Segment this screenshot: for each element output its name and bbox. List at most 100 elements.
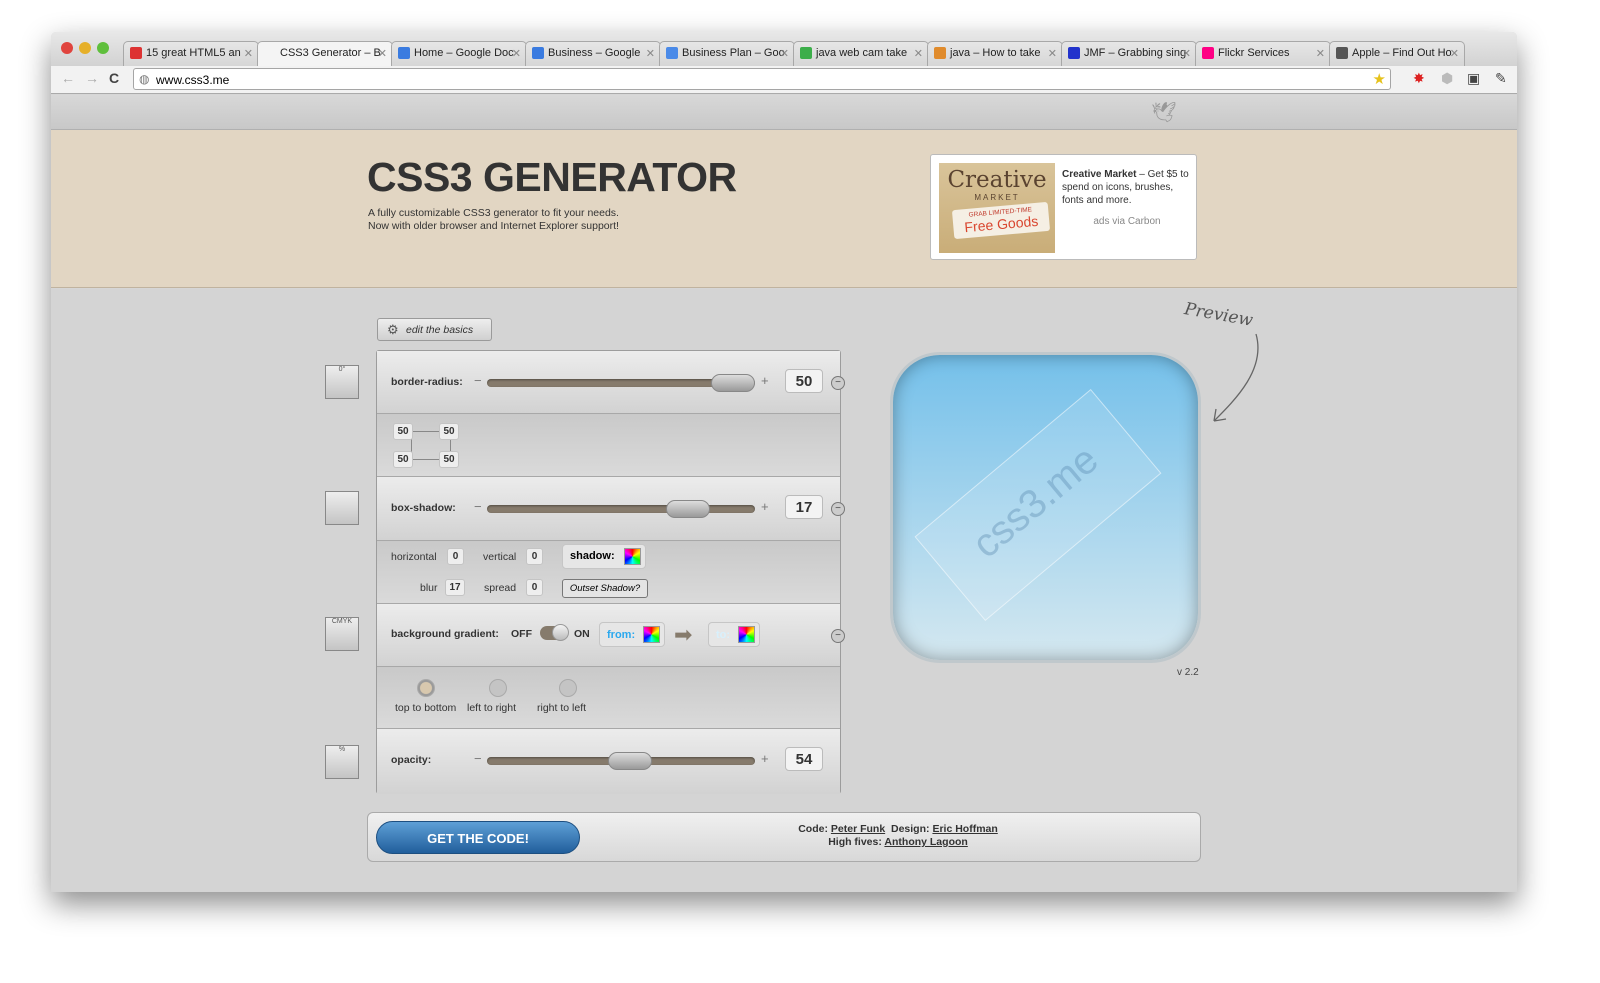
opacity-icon[interactable]: %: [325, 745, 359, 779]
close-tab-icon[interactable]: ✕: [512, 47, 521, 60]
browser-tab[interactable]: CSS3 Generator – B ✕: [257, 41, 393, 66]
close-window-button[interactable]: [61, 42, 73, 54]
arrow-right-icon: ➡: [674, 622, 693, 647]
bookmark-star-icon[interactable]: ★: [1373, 70, 1386, 88]
toggle-knob[interactable]: [552, 624, 569, 641]
opacity-row: opacity: − + 54: [377, 729, 840, 794]
page-title: CSS3 GENERATOR: [367, 154, 737, 200]
box-shadow-slider[interactable]: [487, 500, 755, 518]
screenshot-extension-icon[interactable]: ▣: [1467, 70, 1480, 87]
reload-icon[interactable]: C: [109, 70, 119, 86]
close-tab-icon[interactable]: ✕: [1316, 47, 1325, 60]
browser-tab[interactable]: JMF – Grabbing sing ✕: [1061, 41, 1197, 66]
address-bar[interactable]: ◍ www.css3.me ★: [133, 68, 1391, 90]
gradient-from-picker[interactable]: from:: [599, 622, 665, 647]
design-author-link[interactable]: Eric Hoffman: [932, 823, 997, 835]
cmyk-icon-label: CMYK: [331, 618, 353, 625]
favicon-icon: [1202, 47, 1214, 59]
close-tab-icon[interactable]: ✕: [378, 47, 387, 60]
zoom-window-button[interactable]: [97, 42, 109, 54]
close-tab-icon[interactable]: ✕: [780, 47, 789, 60]
design-label: Design:: [891, 823, 930, 835]
spread-input[interactable]: 0: [526, 579, 543, 596]
border-radius-label: border-radius:: [391, 376, 463, 388]
color-swatch-icon[interactable]: [624, 548, 641, 565]
top-left-radius-input[interactable]: 50: [393, 423, 413, 440]
collapse-button[interactable]: −: [831, 629, 845, 643]
high-fives-link[interactable]: Anthony Lagoon: [884, 836, 967, 848]
close-tab-icon[interactable]: ✕: [646, 47, 655, 60]
close-tab-icon[interactable]: ✕: [1450, 47, 1459, 60]
ad-text[interactable]: Creative Market – Get $5 to spend on ico…: [1062, 168, 1192, 228]
opacity-value[interactable]: 54: [785, 747, 823, 771]
back-icon[interactable]: ←: [61, 70, 75, 86]
rotate-icon[interactable]: 0°: [325, 365, 359, 399]
increase-button[interactable]: +: [761, 499, 769, 514]
browser-tab[interactable]: Apple – Find Out Ho ✕: [1329, 41, 1465, 66]
shadow-color-picker[interactable]: shadow:: [562, 544, 646, 569]
gradient-toggle[interactable]: [540, 624, 569, 641]
browser-tab[interactable]: Flickr Services ✕: [1195, 41, 1331, 66]
get-code-button[interactable]: GET THE CODE!: [376, 821, 580, 854]
browser-tab[interactable]: Home – Google Doc ✕: [391, 41, 527, 66]
bottom-left-radius-input[interactable]: 50: [393, 451, 413, 468]
decrease-button[interactable]: −: [474, 499, 482, 514]
collapse-button[interactable]: −: [831, 376, 845, 390]
browser-tab[interactable]: 15 great HTML5 an ✕: [123, 41, 259, 66]
blur-input[interactable]: 17: [445, 579, 465, 596]
carbon-ad[interactable]: Creative MARKET GRAB LIMITED-TIME Free G…: [930, 154, 1197, 260]
box-shadow-value[interactable]: 17: [785, 495, 823, 519]
gradient-to-picker[interactable]: to:: [708, 622, 760, 647]
border-radius-value[interactable]: 50: [785, 369, 823, 393]
direction-radio[interactable]: [559, 679, 577, 697]
forward-icon[interactable]: →: [85, 70, 99, 86]
code-author-link[interactable]: Peter Funk: [831, 823, 885, 835]
close-tab-icon[interactable]: ✕: [244, 47, 253, 60]
decrease-button[interactable]: −: [474, 751, 482, 766]
close-tab-icon[interactable]: ✕: [914, 47, 923, 60]
direction-radio[interactable]: [417, 679, 435, 697]
increase-button[interactable]: +: [761, 751, 769, 766]
border-radius-slider[interactable]: [487, 374, 755, 392]
decrease-button[interactable]: −: [474, 373, 482, 388]
bottom-right-radius-input[interactable]: 50: [439, 451, 459, 468]
close-tab-icon[interactable]: ✕: [1048, 47, 1057, 60]
rotate-icon-label: 0°: [338, 366, 346, 373]
favicon-icon: [666, 47, 678, 59]
shadow-icon[interactable]: [325, 491, 359, 525]
color-swatch-icon[interactable]: [643, 626, 660, 643]
direction-radio[interactable]: [489, 679, 507, 697]
increase-button[interactable]: +: [761, 373, 769, 388]
color-swatch-icon[interactable]: [738, 626, 755, 643]
cmyk-icon[interactable]: CMYK: [325, 617, 359, 651]
close-tab-icon[interactable]: ✕: [1182, 47, 1191, 60]
edit-basics-button[interactable]: ⚙ edit the basics: [377, 318, 492, 341]
collapse-button[interactable]: −: [831, 502, 845, 516]
tab-label: Flickr Services: [1218, 47, 1290, 59]
minimize-window-button[interactable]: [79, 42, 91, 54]
ad-image[interactable]: Creative MARKET GRAB LIMITED-TIME Free G…: [939, 163, 1055, 253]
window-controls: [61, 42, 109, 54]
slider-thumb[interactable]: [711, 374, 755, 392]
code-label: Code:: [798, 823, 828, 835]
adblock-icon[interactable]: ⬢: [1441, 70, 1453, 87]
browser-tab[interactable]: Business – Google ✕: [525, 41, 661, 66]
slider-thumb[interactable]: [607, 752, 652, 770]
shadow-label: shadow:: [570, 550, 615, 562]
opacity-slider[interactable]: [487, 752, 755, 770]
favicon-icon: [800, 47, 812, 59]
vertical-label: vertical: [483, 551, 517, 563]
extension-icon[interactable]: ✸: [1413, 70, 1425, 87]
browser-tab[interactable]: java – How to take ✕: [927, 41, 1063, 66]
browser-tab[interactable]: java web cam take ✕: [793, 41, 929, 66]
twitter-bird-icon[interactable]: 🕊: [1151, 100, 1176, 125]
browser-tab[interactable]: Business Plan – Goo ✕: [659, 41, 795, 66]
wrench-icon[interactable]: ✎: [1495, 70, 1507, 87]
ads-via-carbon-link[interactable]: ads via Carbon: [1062, 215, 1192, 228]
slider-thumb[interactable]: [666, 500, 711, 518]
outset-shadow-button[interactable]: Outset Shadow?: [562, 579, 648, 598]
opacity-icon-label: %: [338, 746, 346, 753]
top-right-radius-input[interactable]: 50: [439, 423, 459, 440]
vertical-input[interactable]: 0: [526, 548, 543, 565]
horizontal-input[interactable]: 0: [447, 548, 464, 565]
